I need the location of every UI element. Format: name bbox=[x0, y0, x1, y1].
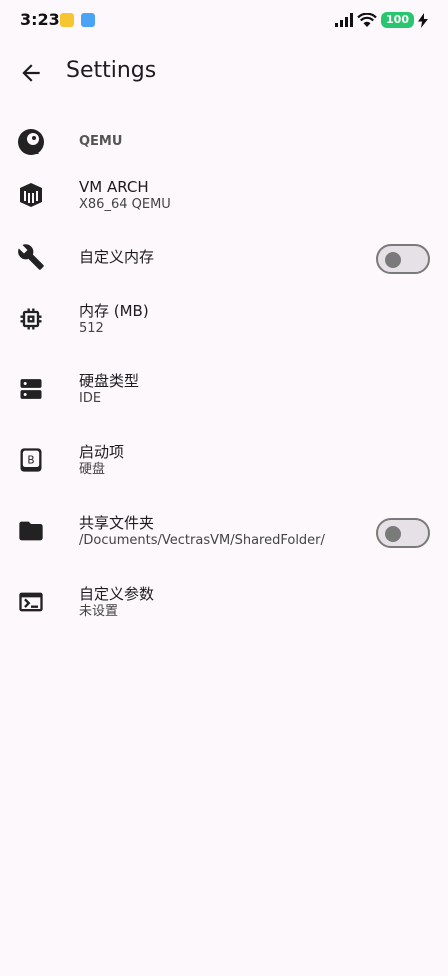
setting-title: 硬盘类型 bbox=[79, 371, 140, 390]
setting-custom-memory[interactable]: 自定义内存 bbox=[0, 227, 448, 287]
signal-icon bbox=[335, 13, 354, 27]
shared-folder-switch[interactable] bbox=[376, 518, 430, 548]
setting-subtitle: IDE bbox=[79, 390, 102, 406]
setting-subtitle: X86_64 QEMU bbox=[79, 196, 171, 212]
mail-notification-icon bbox=[60, 13, 74, 27]
setting-title: 启动项 bbox=[79, 442, 125, 461]
setting-text: QEMU bbox=[79, 112, 122, 172]
setting-text: 自定义内存 bbox=[79, 227, 154, 287]
status-indicators: 100 bbox=[335, 11, 428, 29]
qemu-logo-icon bbox=[18, 129, 44, 155]
boot-icon: B bbox=[20, 448, 42, 472]
app-notification-icon bbox=[81, 13, 95, 27]
setting-text: 内存 (MB) 512 bbox=[79, 289, 149, 349]
setting-subtitle: 512 bbox=[79, 320, 104, 336]
setting-subtitle: 未设置 bbox=[79, 603, 119, 619]
wifi-icon bbox=[357, 12, 377, 27]
wrench-icon bbox=[18, 244, 44, 270]
setting-subtitle: /Documents/VectrasVM/SharedFolder/ bbox=[79, 532, 325, 548]
setting-memory-mb[interactable]: 内存 (MB) 512 bbox=[0, 289, 448, 349]
status-bar: 3:23 100 bbox=[0, 0, 448, 40]
setting-custom-params[interactable]: 自定义参数 未设置 bbox=[0, 572, 448, 632]
setting-title: QEMU bbox=[79, 134, 123, 149]
storage-icon bbox=[20, 379, 42, 399]
setting-text: VM ARCH X86_64 QEMU bbox=[79, 165, 171, 225]
setting-title: 自定义参数 bbox=[79, 584, 155, 603]
setting-subtitle: 硬盘 bbox=[79, 461, 106, 477]
setting-qemu[interactable]: QEMU bbox=[0, 112, 448, 172]
switch-knob bbox=[385, 252, 401, 268]
battery-level: 100 bbox=[381, 12, 414, 28]
chip-box-icon bbox=[20, 183, 42, 207]
setting-text: 自定义参数 未设置 bbox=[79, 572, 154, 632]
switch-knob bbox=[385, 526, 401, 542]
svg-text:B: B bbox=[27, 455, 34, 467]
status-time: 3:23 bbox=[20, 10, 60, 29]
custom-memory-switch[interactable] bbox=[376, 244, 430, 274]
page-title: Settings bbox=[66, 58, 157, 83]
setting-text: 硬盘类型 IDE bbox=[79, 359, 139, 419]
setting-title: VM ARCH bbox=[79, 177, 149, 196]
setting-shared-folder[interactable]: 共享文件夹 /Documents/VectrasVM/SharedFolder/ bbox=[0, 501, 448, 561]
back-arrow-icon[interactable] bbox=[18, 60, 44, 86]
charging-icon bbox=[418, 12, 428, 28]
setting-text: 启动项 硬盘 bbox=[79, 430, 124, 490]
setting-vm-arch[interactable]: VM ARCH X86_64 QEMU bbox=[0, 165, 448, 225]
setting-title: 自定义内存 bbox=[79, 248, 155, 266]
setting-boot[interactable]: B 启动项 硬盘 bbox=[0, 430, 448, 490]
setting-title: 内存 (MB) bbox=[79, 301, 149, 320]
app-bar: Settings bbox=[0, 52, 448, 94]
setting-title: 共享文件夹 bbox=[79, 513, 155, 532]
folder-icon bbox=[19, 521, 43, 541]
setting-disk-type[interactable]: 硬盘类型 IDE bbox=[0, 359, 448, 419]
terminal-icon bbox=[19, 592, 43, 612]
memory-chip-icon bbox=[20, 308, 42, 330]
setting-text: 共享文件夹 /Documents/VectrasVM/SharedFolder/ bbox=[79, 501, 325, 561]
